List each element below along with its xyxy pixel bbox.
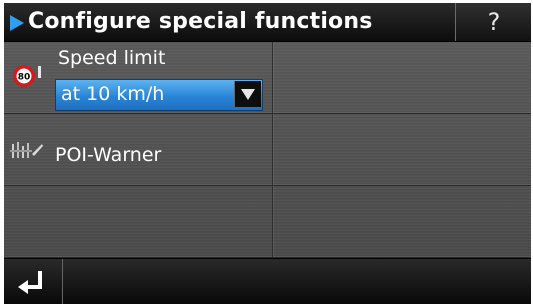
chevron-down-icon[interactable] — [234, 81, 261, 107]
list-item-empty — [4, 186, 531, 258]
speed-sign-text: 80 — [18, 73, 31, 83]
speed-limit-value: at 10 km/h — [61, 83, 165, 105]
speed-limit-label: Speed limit — [58, 47, 166, 69]
list-item-speed-limit[interactable]: 80 Speed limit at 10 km/h — [4, 42, 531, 114]
row-divider — [272, 114, 273, 185]
poi-warner-label: POI-Warner — [55, 144, 162, 166]
bottom-bar — [4, 258, 531, 304]
help-button[interactable]: ? — [455, 3, 531, 41]
speed-limit-dropdown[interactable]: at 10 km/h — [55, 79, 263, 111]
back-button[interactable] — [4, 259, 63, 304]
back-arrow-icon — [18, 271, 42, 294]
settings-list: 80 Speed limit at 10 km/h POI-Warner — [4, 42, 531, 258]
title-bar: Configure special functions ? — [4, 3, 531, 42]
warning-mark — [38, 66, 41, 78]
screen: Configure special functions ? 80 Speed l… — [4, 3, 531, 304]
speed-limit-sign-icon: 80 — [13, 65, 35, 87]
page-title: Configure special functions — [28, 9, 373, 34]
poi-warner-icon — [10, 142, 43, 158]
list-item-poi-warner[interactable]: POI-Warner — [4, 114, 531, 186]
row-divider — [272, 186, 273, 257]
row-divider — [272, 42, 273, 113]
title-arrow-icon — [10, 15, 24, 31]
